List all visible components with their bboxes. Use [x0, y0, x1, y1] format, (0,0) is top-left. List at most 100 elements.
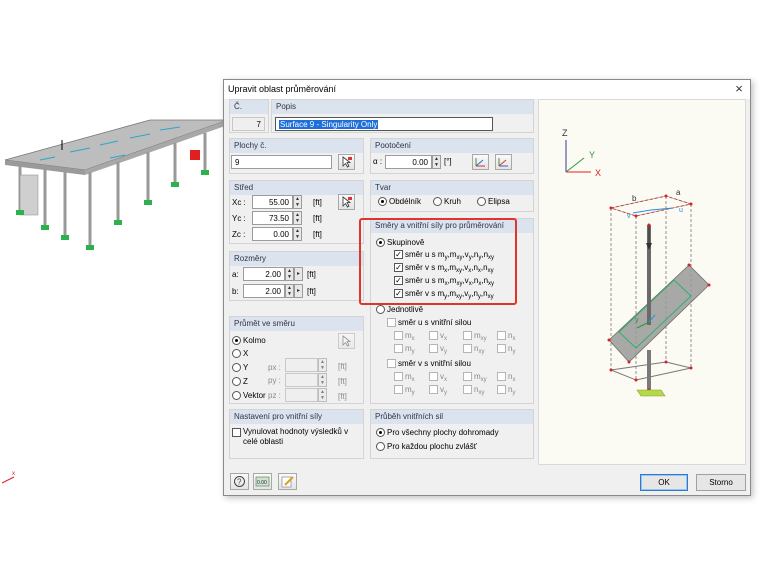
v-nxy-label: nxy [474, 385, 485, 396]
pick-surfaces-button[interactable] [338, 154, 355, 170]
v-my-checkbox[interactable] [394, 385, 403, 394]
projection-vector-radio[interactable] [232, 391, 241, 400]
py-spinner[interactable]: ▲ ▼ [318, 373, 327, 387]
rotation-label: Pootočení [371, 139, 533, 153]
u-forces-checkbox[interactable] [387, 318, 396, 327]
help-button[interactable]: ? [230, 473, 249, 490]
u-nxy-label: nxy [474, 344, 485, 355]
alpha-label: α : [373, 157, 383, 166]
b-arrow-button[interactable]: ▸ [294, 284, 303, 298]
px-label: px : [268, 363, 281, 372]
rotation-pick-button-2[interactable] [495, 154, 512, 170]
each-surface-radio[interactable] [376, 442, 385, 451]
projection-perpendicular-radio[interactable] [232, 336, 241, 345]
v-nx-label: nx [508, 372, 516, 383]
each-surface-label: Pro každou plochu zvlášť [387, 442, 477, 451]
projection-perpendicular-label: Kolmo [243, 336, 266, 345]
a-field[interactable]: 2.00 [243, 267, 285, 281]
u-ny-label: ny [508, 344, 516, 355]
yc-label: Yc : [232, 214, 246, 223]
yc-field[interactable]: 73.50 [252, 211, 293, 225]
alpha-spinner[interactable]: ▲ ▼ [432, 155, 441, 169]
individual-radio[interactable] [376, 305, 385, 314]
zc-spinner[interactable]: ▲ ▼ [293, 227, 302, 241]
v-mxy-checkbox[interactable] [463, 372, 472, 381]
px-spinner[interactable]: ▲ ▼ [318, 358, 327, 372]
v-mxy-label: mxy [474, 372, 487, 383]
a-spinner[interactable]: ▲ ▼ [285, 267, 294, 281]
b-spinner[interactable]: ▲ ▼ [285, 284, 294, 298]
yc-unit: [ft] [313, 214, 322, 223]
projection-x-radio[interactable] [232, 349, 241, 358]
number-label: Č. [230, 100, 268, 114]
zc-field[interactable]: 0.00 [252, 227, 293, 241]
yc-spinner[interactable]: ▲ ▼ [293, 211, 302, 225]
zc-unit: [ft] [313, 230, 322, 239]
edit-settings-button[interactable] [278, 473, 297, 490]
pz-spinner[interactable]: ▲ ▼ [318, 388, 327, 402]
v-forces-checkbox[interactable] [387, 359, 396, 368]
preview-z-axis-label: Z [562, 128, 568, 138]
py-field[interactable] [285, 373, 318, 387]
v-mx-checkbox[interactable] [394, 372, 403, 381]
rotate-axes-icon [475, 158, 485, 167]
cursor-pick-icon [342, 156, 352, 168]
projection-z-radio[interactable] [232, 377, 241, 386]
number-field: 7 [232, 117, 265, 131]
pick-center-button[interactable] [338, 194, 355, 210]
shape-rectangle-label: Obdélník [389, 197, 422, 206]
projection-x-label: X [243, 349, 249, 358]
shape-ellipse-radio[interactable] [477, 197, 486, 206]
v-my-label: my [405, 385, 415, 396]
u-ny-checkbox[interactable] [497, 344, 506, 353]
u-vy-checkbox[interactable] [429, 344, 438, 353]
u-nxy-checkbox[interactable] [463, 344, 472, 353]
structure-model-view [4, 119, 229, 250]
u-mx-checkbox[interactable] [394, 331, 403, 340]
reset-results-label: Vynulovat hodnoty výsledků v celé oblast… [243, 427, 349, 446]
shape-label: Tvar [371, 181, 533, 195]
dialog-title: Upravit oblast průměrování [228, 84, 337, 94]
py-unit: [ft] [338, 377, 347, 386]
v-nx-checkbox[interactable] [497, 372, 506, 381]
all-surfaces-radio[interactable] [376, 428, 385, 437]
v-vx-checkbox[interactable] [429, 372, 438, 381]
u-vx-label: vx [440, 331, 447, 342]
units-icon: 0.00 [255, 476, 270, 487]
description-field[interactable]: Surface 9 - Singularity Only [275, 117, 493, 131]
rotation-pick-button-1[interactable] [472, 154, 489, 170]
projection-y-radio[interactable] [232, 363, 241, 372]
xc-field[interactable]: 55.00 [252, 195, 293, 209]
internal-forces-settings-label: Nastavení pro vnitřní síly [230, 410, 363, 424]
u-my-checkbox[interactable] [394, 344, 403, 353]
close-button[interactable]: × [732, 82, 746, 96]
xc-spinner[interactable]: ▲ ▼ [293, 195, 302, 209]
preview-a-label: a [676, 188, 681, 197]
dialog-titlebar: Upravit oblast průměrování × [224, 80, 750, 99]
u-mxy-checkbox[interactable] [463, 331, 472, 340]
b-field[interactable]: 2.00 [243, 284, 285, 298]
cancel-button[interactable]: Storno [696, 474, 746, 491]
ok-button[interactable]: OK [640, 474, 688, 491]
v-vy-checkbox[interactable] [429, 385, 438, 394]
reset-results-checkbox[interactable] [232, 428, 241, 437]
a-arrow-button[interactable]: ▸ [294, 267, 303, 281]
v-nxy-checkbox[interactable] [463, 385, 472, 394]
px-field[interactable] [285, 358, 318, 372]
v-ny-checkbox[interactable] [497, 385, 506, 394]
projection-label: Průmět ve směru [230, 317, 363, 331]
shape-rectangle-radio[interactable] [378, 197, 387, 206]
svg-text:0.00: 0.00 [257, 480, 267, 486]
surfaces-field[interactable]: 9 [231, 155, 332, 169]
pz-field[interactable] [285, 388, 318, 402]
shape-circle-radio[interactable] [433, 197, 442, 206]
u-nx-checkbox[interactable] [497, 331, 506, 340]
preview-drawing: Z Y X a b u v y [562, 128, 711, 397]
units-button[interactable]: 0.00 [253, 473, 272, 490]
a-unit: [ft] [307, 270, 316, 279]
preview-y-axis-label: Y [589, 150, 595, 160]
pick-vector-button[interactable] [338, 333, 355, 349]
shape-group: Tvar [370, 180, 534, 212]
alpha-field[interactable]: 0.00 [385, 155, 432, 169]
u-vx-checkbox[interactable] [429, 331, 438, 340]
